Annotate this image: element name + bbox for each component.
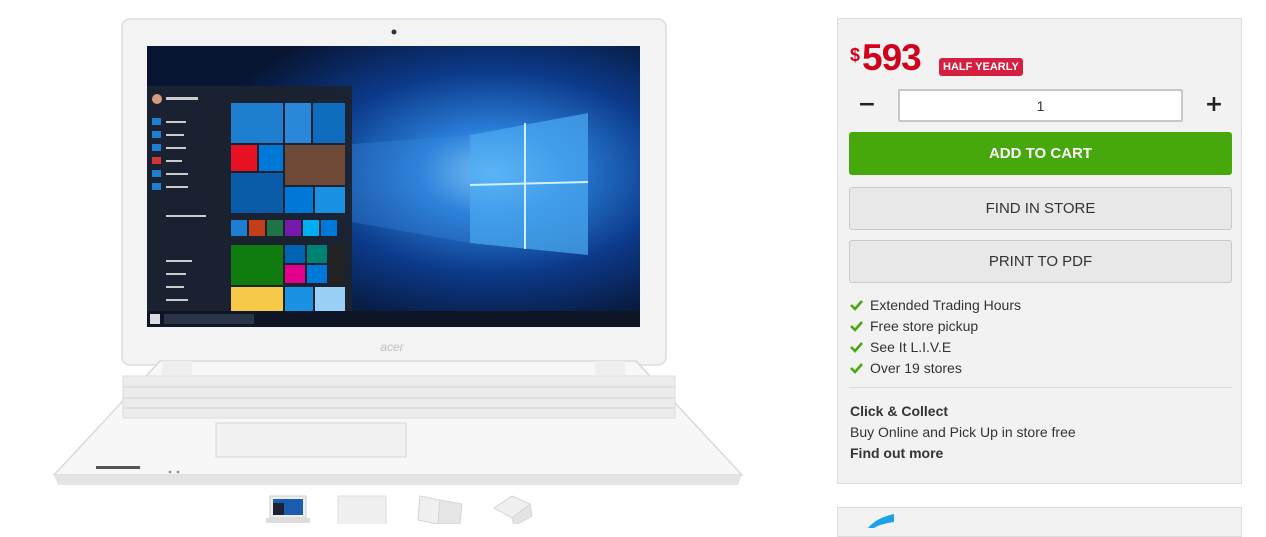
- thumbnail-back-view[interactable]: [490, 494, 542, 524]
- thumbnail-closed-view[interactable]: [336, 494, 388, 524]
- svg-text:acer: acer: [380, 340, 404, 354]
- list-item: Over 19 stores: [850, 359, 1021, 380]
- price-badge: HALF YEARLY: [939, 58, 1023, 76]
- quantity-increase-button[interactable]: +: [1201, 89, 1227, 121]
- click-collect-description: Buy Online and Pick Up in store free: [850, 424, 1076, 440]
- feature-label: Extended Trading Hours: [870, 297, 1021, 313]
- quantity-decrease-button[interactable]: −: [854, 89, 880, 121]
- add-to-cart-button[interactable]: ADD TO CART: [849, 132, 1232, 175]
- product-image-laptop[interactable]: acer: [40, 15, 760, 490]
- feature-list: Extended Trading Hours Free store pickup…: [850, 296, 1021, 380]
- click-collect-title: Click & Collect: [850, 403, 949, 419]
- thumbnail-front-view[interactable]: [266, 494, 310, 524]
- feature-label: See It L.I.V.E: [870, 339, 952, 355]
- list-item: Extended Trading Hours: [850, 296, 1021, 317]
- minus-icon: −: [857, 92, 877, 117]
- thumbnail-angle-view[interactable]: [414, 494, 466, 524]
- list-item: See It L.I.V.E: [850, 338, 1021, 359]
- print-to-pdf-button[interactable]: PRINT TO PDF: [849, 240, 1232, 283]
- price-currency: $: [850, 45, 861, 65]
- divider: [849, 387, 1232, 388]
- feature-label: Free store pickup: [870, 318, 979, 334]
- secondary-panel: [837, 507, 1242, 537]
- plus-icon: +: [1204, 92, 1224, 117]
- price-amount: 593: [862, 37, 922, 78]
- find-out-more-link[interactable]: Find out more: [850, 445, 943, 461]
- check-icon: [850, 300, 863, 311]
- find-in-store-button[interactable]: FIND IN STORE: [849, 187, 1232, 230]
- product-image-area: acer: [0, 0, 800, 524]
- quantity-input[interactable]: [898, 89, 1183, 122]
- brand-swoosh-icon: [868, 514, 894, 528]
- list-item: Free store pickup: [850, 317, 1021, 338]
- check-icon: [850, 321, 863, 332]
- buy-panel: $ 593 HALF YEARLY − + ADD TO CART FIND I…: [837, 18, 1242, 484]
- feature-label: Over 19 stores: [870, 360, 962, 376]
- check-icon: [850, 363, 863, 374]
- check-icon: [850, 342, 863, 353]
